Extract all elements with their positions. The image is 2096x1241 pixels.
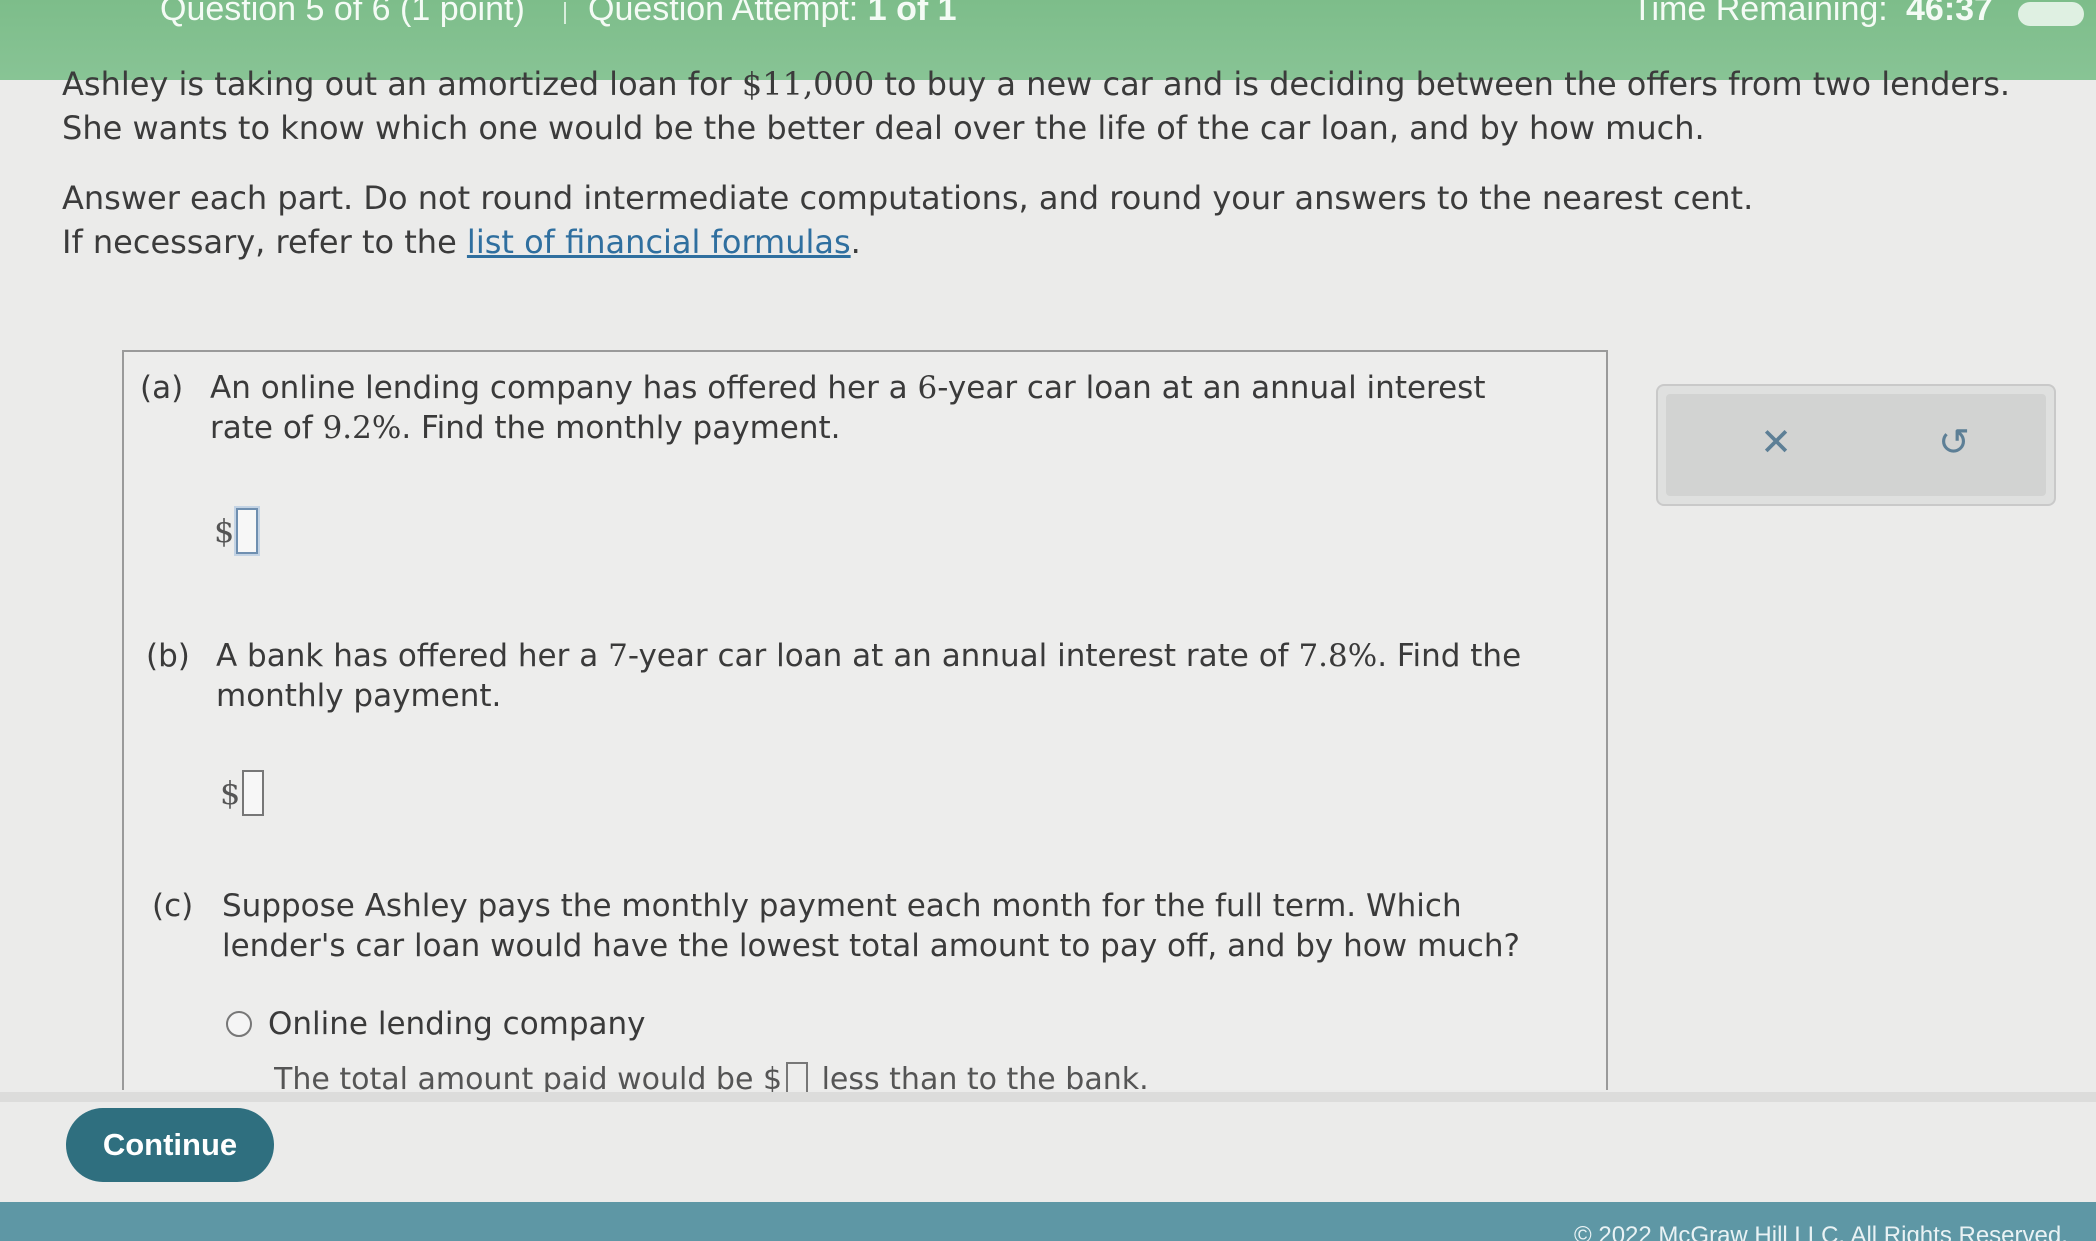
clear-icon[interactable]: ✕ — [1754, 420, 1798, 464]
part-text: . Find the monthly payment. — [401, 410, 841, 446]
part-b-text: A bank has offered her a 7-year car loan… — [216, 636, 1546, 716]
part-text: An online lending company has offered he… — [210, 370, 918, 406]
part-b-answer: $ — [220, 770, 265, 816]
part-a-text: An online lending company has offered he… — [210, 368, 1540, 448]
problem-intro: Ashley is taking out an amortized loan f… — [62, 62, 2022, 290]
intro-text: Ashley is taking out an amortized loan f… — [62, 65, 742, 103]
problem-statement: Ashley is taking out an amortized loan f… — [62, 62, 2022, 150]
part-c-text: Suppose Ashley pays the monthly payment … — [222, 888, 1520, 964]
part-label: (c) — [152, 888, 194, 924]
intro-text: She wants to know which one would be the… — [62, 109, 1705, 147]
option-online-lending[interactable]: Online lending company — [226, 1006, 646, 1042]
refer-text: If necessary, refer to the — [62, 223, 467, 261]
answer-tools: ✕ ↺ — [1656, 384, 2056, 506]
refer-text: . — [850, 223, 861, 261]
loan-years: 6 — [917, 370, 938, 406]
part-a-answer: $ — [214, 508, 259, 554]
detail-text: less than to the bank. — [812, 1062, 1149, 1092]
radio-button[interactable] — [226, 1011, 252, 1037]
currency-symbol: $ — [220, 774, 241, 812]
part-label: (a) — [140, 370, 184, 406]
attempt-value: 1 of 1 — [867, 0, 957, 28]
copyright: © 2022 McGraw Hill LLC. All Rights Reser… — [1574, 1222, 2068, 1241]
option-label: Online lending company — [268, 1006, 646, 1042]
attempt-label: Question Attempt: — [588, 0, 859, 28]
question-panel — [122, 350, 1608, 1090]
detail-text: The total amount paid would be $ — [274, 1062, 783, 1092]
panel-divider — [0, 1092, 2096, 1102]
interest-rate: 7.8% — [1298, 638, 1378, 674]
question-info: Question 5 of 6 (1 point) — [160, 0, 525, 28]
tools-inner — [1666, 394, 2046, 496]
part-label: (b) — [146, 638, 190, 674]
currency-symbol: $ — [214, 512, 235, 550]
financial-formulas-link[interactable]: list of financial formulas — [467, 223, 851, 261]
interest-rate: 9.2% — [322, 410, 402, 446]
instructions: Answer each part. Do not round intermedi… — [62, 176, 2022, 264]
undo-icon[interactable]: ↺ — [1932, 420, 1976, 464]
time-remaining-value: 46:37 — [1906, 0, 1993, 28]
intro-text: to buy a new car and is deciding between… — [874, 65, 2011, 103]
header-separator — [564, 2, 566, 24]
continue-button[interactable]: Continue — [66, 1108, 274, 1182]
timer-toggle[interactable] — [2018, 2, 2084, 26]
option-online-detail: The total amount paid would be $ less th… — [274, 1062, 1149, 1092]
loan-years: 7 — [608, 638, 628, 674]
instructions-text: Answer each part. Do not round intermedi… — [62, 179, 1754, 217]
monthly-payment-b-input[interactable] — [242, 770, 265, 816]
part-text: -year car loan at an annual interest rat… — [627, 638, 1299, 674]
monthly-payment-a-input[interactable] — [236, 508, 259, 554]
attempt-info: Question Attempt: 1 of 1 — [588, 0, 957, 29]
part-text: A bank has offered her a — [216, 638, 609, 674]
time-remaining-label: Time Remaining: — [1632, 0, 1888, 28]
difference-input[interactable] — [786, 1062, 809, 1092]
loan-amount: $11,000 — [741, 65, 875, 103]
footer: © 2022 McGraw Hill LLC. All Rights Reser… — [0, 1202, 2096, 1241]
